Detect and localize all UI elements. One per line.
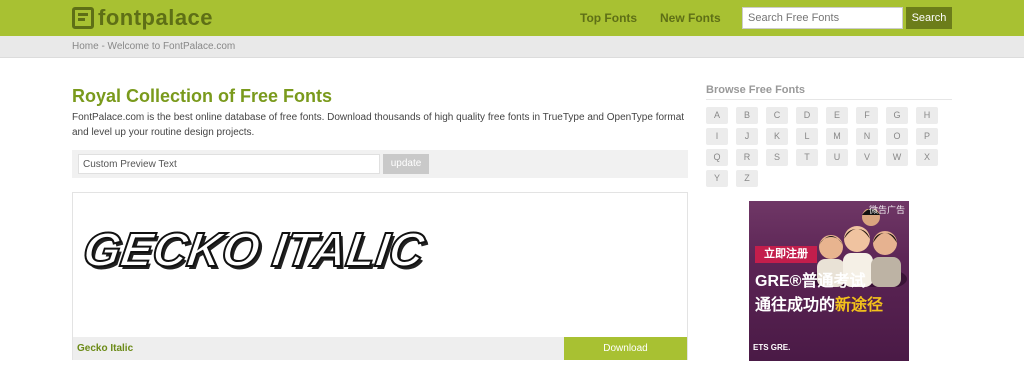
nav-top-fonts[interactable]: Top Fonts (580, 0, 637, 36)
nav-new-fonts[interactable]: New Fonts (660, 0, 721, 36)
font-sample-image[interactable]: GECKO ITALIC GECKO ITALIC (81, 219, 501, 279)
letter-link-l[interactable]: L (796, 128, 818, 145)
browse-title: Browse Free Fonts (706, 84, 806, 96)
font-card-footer: Gecko Italic Download (73, 337, 687, 360)
font-card: GECKO ITALIC GECKO ITALIC Gecko Italic D… (72, 192, 688, 360)
ad-ets-logo: ETS GRE. (753, 343, 791, 352)
search-input[interactable] (742, 7, 903, 29)
letter-link-i[interactable]: I (706, 128, 728, 145)
page-title: Royal Collection of Free Fonts (72, 86, 333, 106)
letter-link-m[interactable]: M (826, 128, 848, 145)
letter-link-c[interactable]: C (766, 107, 788, 124)
letter-link-b[interactable]: B (736, 107, 758, 124)
letter-link-s[interactable]: S (766, 149, 788, 166)
ad-subheadline-highlight: 新途径 (835, 297, 884, 314)
letter-link-f[interactable]: F (856, 107, 878, 124)
logo-icon (72, 7, 94, 29)
logo-text: fontpalace (98, 5, 214, 30)
intro-text: FontPalace.com is the best online databa… (72, 112, 685, 138)
letter-link-q[interactable]: Q (706, 149, 728, 166)
ad-subheadline: 通往成功的新途径 (755, 291, 883, 315)
letter-link-g[interactable]: G (886, 107, 908, 124)
divider (706, 99, 952, 100)
letter-link-o[interactable]: O (886, 128, 908, 145)
letter-link-n[interactable]: N (856, 128, 878, 145)
preview-controls: update (72, 150, 688, 178)
breadcrumb[interactable]: Home - Welcome to FontPalace.com (72, 36, 235, 58)
ad-tag: 微告广告 (868, 205, 905, 215)
update-button[interactable]: update (383, 154, 429, 174)
letter-link-k[interactable]: K (766, 128, 788, 145)
letter-link-j[interactable]: J (736, 128, 758, 145)
ad-register-badge: 立即注册 (755, 246, 817, 263)
letter-link-a[interactable]: A (706, 107, 728, 124)
letter-link-p[interactable]: P (916, 128, 938, 145)
download-button[interactable]: Download (564, 337, 687, 360)
font-name-link[interactable]: Gecko Italic (77, 337, 133, 360)
letter-link-u[interactable]: U (826, 149, 848, 166)
search-button[interactable]: Search (906, 7, 952, 29)
site-logo[interactable]: fontpalace (72, 5, 213, 31)
letter-link-h[interactable]: H (916, 107, 938, 124)
letter-link-r[interactable]: R (736, 149, 758, 166)
letter-link-t[interactable]: T (796, 149, 818, 166)
preview-text-input[interactable] (78, 154, 380, 174)
letter-link-d[interactable]: D (796, 107, 818, 124)
letter-link-z[interactable]: Z (736, 170, 758, 187)
ad-subheadline-text: 通往成功的 (755, 297, 836, 314)
advertisement[interactable]: 微告广告 立即注册 GRE®普通考试 通往成功的新途径 ETS GRE. (749, 201, 909, 361)
letter-link-y[interactable]: Y (706, 170, 728, 187)
letter-link-x[interactable]: X (916, 149, 938, 166)
font-sample-text: GECKO ITALIC (81, 223, 429, 277)
letter-link-e[interactable]: E (826, 107, 848, 124)
letter-link-w[interactable]: W (886, 149, 908, 166)
ad-headline: GRE®普通考试 (755, 273, 866, 290)
breadcrumb-bar: Home - Welcome to FontPalace.com (0, 36, 1024, 58)
letter-link-v[interactable]: V (856, 149, 878, 166)
